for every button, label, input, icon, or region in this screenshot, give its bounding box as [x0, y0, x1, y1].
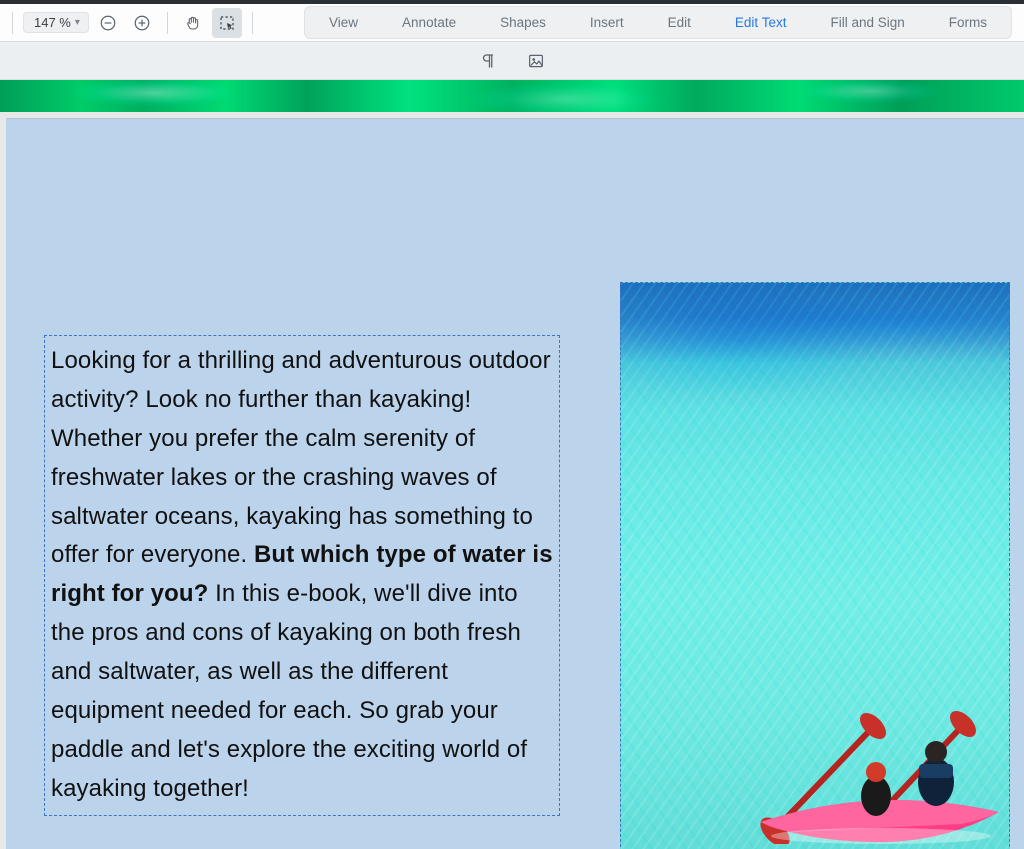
- image-icon: [527, 52, 545, 70]
- kayak-illustration: [751, 704, 1001, 844]
- zoom-level-dropdown[interactable]: 147 % ▾: [23, 12, 89, 33]
- edit-text-subtoolbar: [0, 42, 1024, 80]
- zoom-out-button[interactable]: [93, 8, 123, 38]
- tab-edit[interactable]: Edit: [646, 9, 713, 36]
- pilcrow-icon: [479, 52, 497, 70]
- editable-text-region[interactable]: Looking for a thrilling and adventurous …: [44, 335, 560, 816]
- chevron-down-icon: ▾: [75, 17, 80, 28]
- toolbar-separator: [252, 12, 253, 34]
- document-canvas[interactable]: Looking for a thrilling and adventurous …: [0, 80, 1024, 849]
- toolbar-separator: [12, 12, 13, 34]
- zoom-level-value: 147 %: [34, 15, 71, 30]
- zoom-in-button[interactable]: [127, 8, 157, 38]
- page-surface[interactable]: Looking for a thrilling and adventurous …: [6, 118, 1024, 849]
- zoom-out-icon: [99, 14, 117, 32]
- select-tool-button[interactable]: [212, 8, 242, 38]
- editable-image-region[interactable]: [620, 282, 1010, 849]
- tab-fill-and-sign[interactable]: Fill and Sign: [808, 9, 926, 36]
- zoom-in-icon: [133, 14, 151, 32]
- tab-annotate[interactable]: Annotate: [380, 9, 478, 36]
- tab-view[interactable]: View: [307, 9, 380, 36]
- tab-shapes[interactable]: Shapes: [478, 9, 568, 36]
- text-part-1: Looking for a thrilling and adventurous …: [51, 347, 551, 568]
- insert-image-button[interactable]: [523, 48, 549, 74]
- toolbar-separator: [167, 12, 168, 34]
- selection-icon: [218, 14, 236, 32]
- tab-edit-text[interactable]: Edit Text: [713, 9, 809, 36]
- paragraph-mark-button[interactable]: [475, 48, 501, 74]
- text-part-2: In this e-book, we'll dive into the pros…: [51, 580, 527, 801]
- tab-insert[interactable]: Insert: [568, 9, 646, 36]
- body-paragraph[interactable]: Looking for a thrilling and adventurous …: [51, 342, 553, 809]
- hand-icon: [184, 14, 202, 32]
- tab-forms[interactable]: Forms: [927, 9, 1009, 36]
- mode-tabs: View Annotate Shapes Insert Edit Edit Te…: [304, 6, 1012, 39]
- main-toolbar: 147 % ▾ View Annotate Shapes Insert Edit: [0, 4, 1024, 42]
- pan-tool-button[interactable]: [178, 8, 208, 38]
- previous-page-banner-image: [0, 80, 1024, 112]
